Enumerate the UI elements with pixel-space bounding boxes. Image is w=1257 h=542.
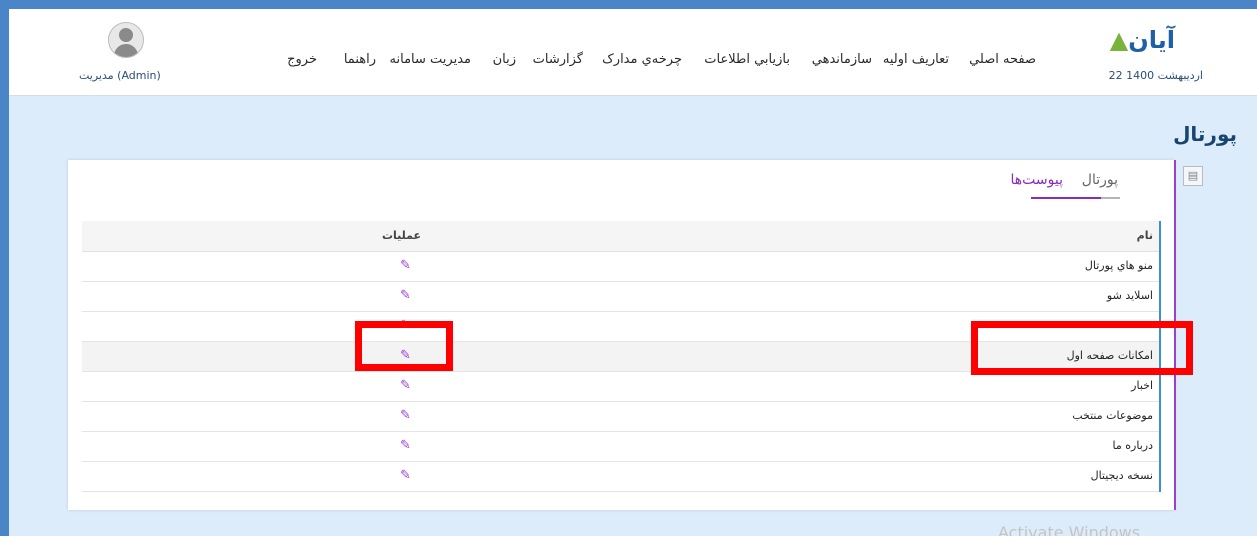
nav-document-cycle[interactable]: چرخه‌ي مدارک <box>602 52 682 67</box>
nav-help[interactable]: راهنما <box>344 52 376 67</box>
row-name: موضوعات منتخب <box>1072 409 1153 422</box>
top-header: ▲آیان 22 اردیبهشت 1400 صفحه اصلي تعاريف … <box>9 9 1257 96</box>
window-frame-left <box>0 0 9 542</box>
app-logo[interactable]: ▲آیان <box>1110 26 1175 54</box>
table-row: نسخه ديجيتال ✎ <box>82 462 1159 492</box>
highlight-box-edit <box>355 321 453 371</box>
nav-reports[interactable]: گزارشات <box>533 52 583 67</box>
user-avatar-icon[interactable] <box>108 22 144 58</box>
row-name: اسلايد شو <box>1106 289 1153 302</box>
nav-definitions[interactable]: تعاريف اوليه <box>883 52 949 67</box>
row-name: درباره ما <box>1112 439 1153 452</box>
table-header: نام عملیات <box>82 221 1159 252</box>
row-name: منو هاي پورتال <box>1084 259 1153 272</box>
table-row: درباره ما ✎ <box>82 432 1159 462</box>
tab-attachments-underline <box>1031 197 1101 199</box>
edit-icon[interactable]: ✎ <box>400 439 411 453</box>
window-frame-top <box>0 0 1257 9</box>
row-name: نسخه ديجيتال <box>1090 469 1153 482</box>
edit-icon[interactable]: ✎ <box>400 409 411 423</box>
nav-home[interactable]: صفحه اصلي <box>969 52 1036 67</box>
nav-retrieval[interactable]: بازيابي اطلاعات <box>704 52 790 67</box>
nav-logout[interactable]: خروج <box>287 52 317 67</box>
column-header-operations: عملیات <box>382 229 422 242</box>
nav-language[interactable]: زبان <box>493 52 516 67</box>
highlight-box-row <box>971 321 1193 375</box>
edit-icon[interactable]: ✎ <box>400 379 411 393</box>
edit-icon[interactable]: ✎ <box>400 259 411 273</box>
page-title: پورتال <box>1173 122 1237 146</box>
edit-icon[interactable]: ✎ <box>400 289 411 303</box>
row-name: اخبار <box>1131 379 1153 392</box>
nav-system-management[interactable]: مديريت سامانه <box>390 52 471 67</box>
tab-portal[interactable]: پورتال <box>1082 172 1118 188</box>
current-date: 22 اردیبهشت 1400 <box>1108 69 1203 82</box>
table-row: اسلايد شو ✎ <box>82 282 1159 312</box>
user-name[interactable]: مديريت (Admin) <box>79 69 161 82</box>
nav-organization[interactable]: سازماندهي <box>812 52 872 67</box>
tab-attachments[interactable]: پیوست‌ها <box>1011 172 1063 188</box>
edit-icon[interactable]: ✎ <box>400 469 411 483</box>
column-header-name[interactable]: نام <box>1137 229 1153 242</box>
table-row: منو هاي پورتال ✎ <box>82 252 1159 282</box>
window-frame-bottom <box>0 536 1257 542</box>
document-icon[interactable]: ▤ <box>1183 166 1203 186</box>
table-row: اخبار ✎ <box>82 372 1159 402</box>
table-row: موضوعات منتخب ✎ <box>82 402 1159 432</box>
